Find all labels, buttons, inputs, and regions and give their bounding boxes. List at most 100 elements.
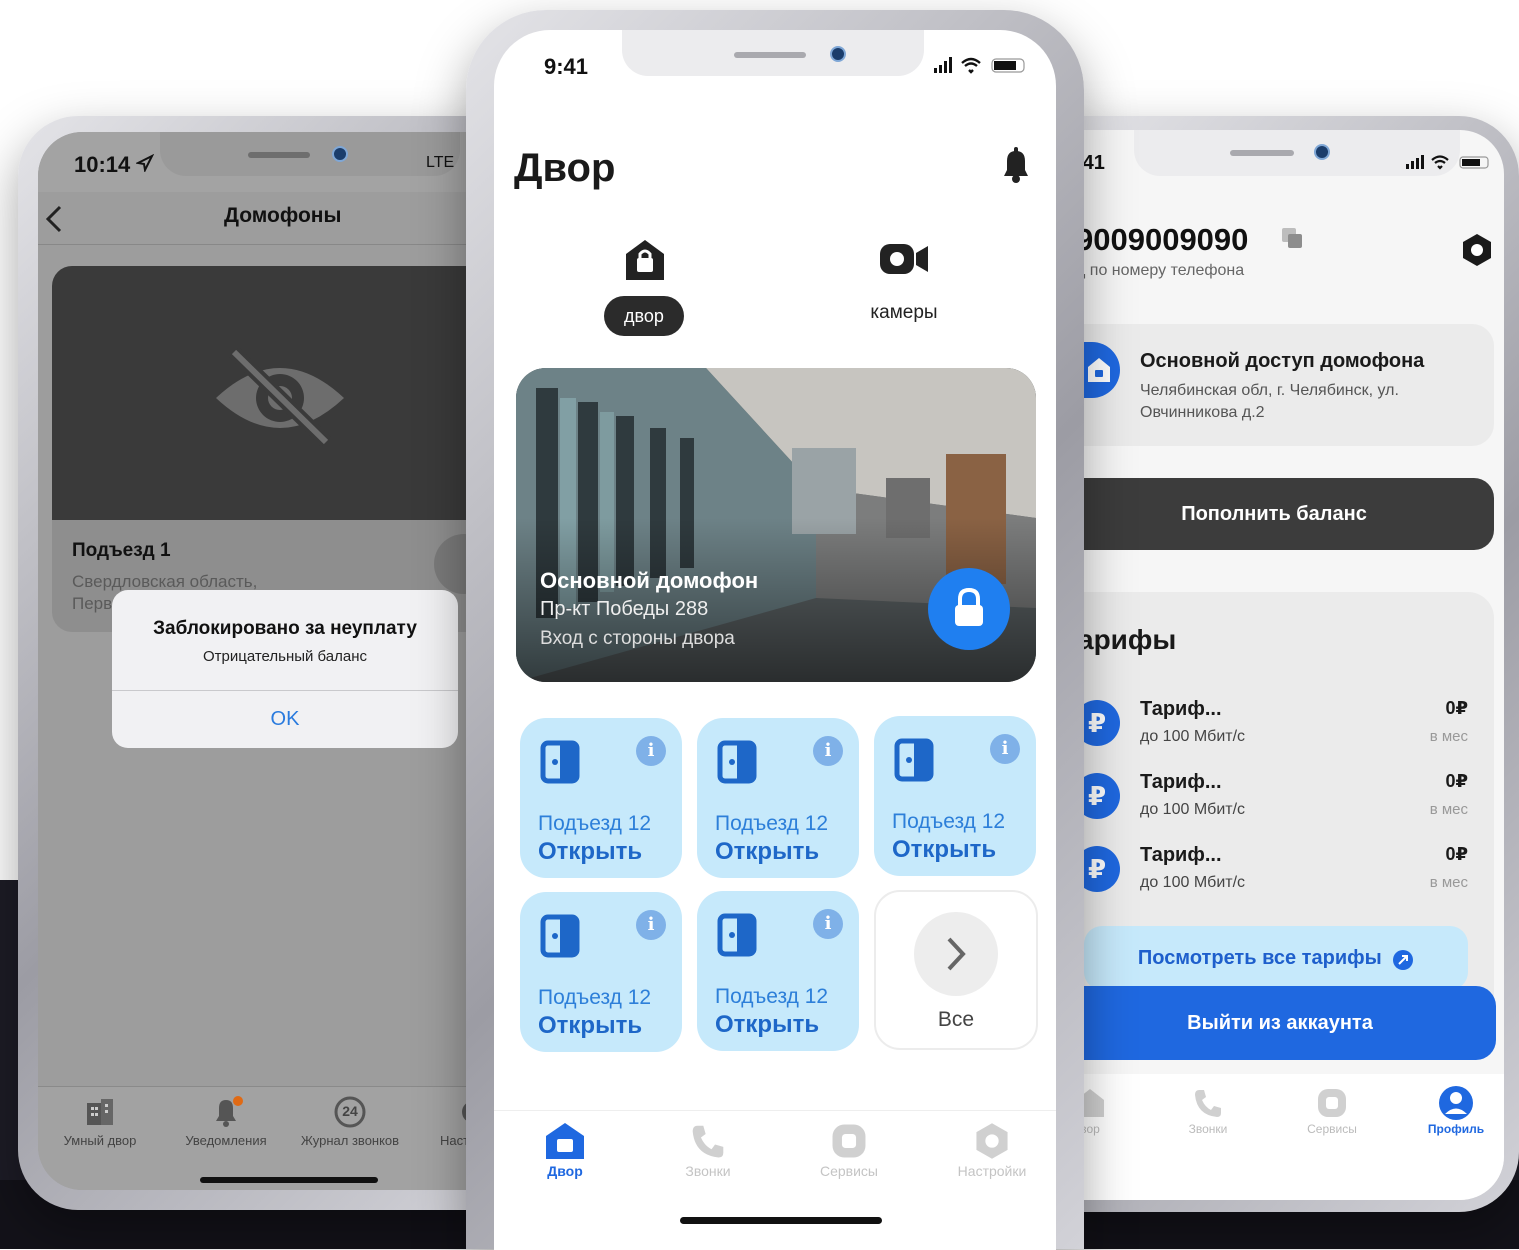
tab-yard[interactable]: Двор	[530, 1121, 600, 1179]
left-tab-bar: Умный двор Уведомления 24 Журнал звонков…	[38, 1086, 500, 1190]
tab-smart-yard[interactable]: Умный двор	[54, 1095, 146, 1148]
chevron-right-icon	[946, 936, 966, 972]
call-log-badge-text: 24	[342, 1103, 358, 1119]
lock-icon	[953, 588, 985, 628]
location-arrow-icon	[136, 154, 154, 172]
segment-yard[interactable]: двор	[604, 238, 686, 336]
intercom-entrance: Вход с стороны двора	[540, 628, 735, 649]
phone-caption: д по номеру телефона	[1076, 262, 1245, 279]
left-notch	[160, 132, 460, 176]
tariff-price: 0₽	[1445, 771, 1468, 791]
center-status-icons	[932, 56, 1028, 74]
alert-ok-button[interactable]: OK	[112, 691, 458, 748]
info-icon[interactable]: i	[636, 910, 666, 940]
tariff-price: 0₽	[1445, 698, 1468, 718]
door-name: Подъезд 12	[715, 985, 829, 1008]
all-tariffs-label: Посмотреть все тарифы	[1137, 947, 1382, 969]
center-status-time: 9:41	[544, 54, 589, 79]
tab-notifications-label: Уведомления	[185, 1133, 267, 1148]
topup-balance-button[interactable]: Пополнить баланс	[1074, 478, 1494, 550]
tariff-row-3[interactable]: ₽ Тариф... до 100 Мбит/с 0₽ в мес	[1074, 844, 1504, 914]
tab-calls-label: Звонки	[685, 1163, 731, 1179]
tab-profile[interactable]: Профиль	[1414, 1084, 1498, 1136]
external-link-icon	[1392, 949, 1414, 971]
door-tile[interactable]: i Подъезд 12 Открыть	[520, 718, 682, 878]
tab-services[interactable]: Сервисы	[806, 1121, 892, 1179]
phone-icon	[1191, 1086, 1225, 1120]
right-status-icons	[1402, 154, 1494, 170]
access-address-line2: Овчинникова д.2	[1140, 404, 1265, 421]
center-tab-bar: Двор Звонки Сервисы Настройки	[494, 1110, 1056, 1250]
left-header-divider	[38, 244, 500, 245]
entrance-card[interactable]: Подъезд 1 Свердловская область, Перв	[52, 266, 500, 632]
phone-icon	[688, 1121, 728, 1161]
info-icon[interactable]: i	[813, 909, 843, 939]
house-lock-icon	[544, 1121, 586, 1161]
tariff-speed: до 100 Мбит/с	[1140, 728, 1246, 745]
right-tab-bar: вор Звонки Сервисы Профиль	[1074, 1074, 1504, 1200]
settings-hexagon-icon	[972, 1121, 1012, 1161]
history-24-icon: 24	[330, 1095, 370, 1129]
bell-icon	[209, 1095, 243, 1129]
main-intercom-card[interactable]: Основной домофон Пр-кт Победы 288 Вход с…	[516, 368, 1036, 682]
tab-calls-label: Звонки	[1188, 1122, 1228, 1136]
tariff-name: Тариф...	[1140, 698, 1222, 720]
door-tile[interactable]: i Подъезд 12 Открыть	[874, 716, 1036, 876]
entrance-address-line2: Перв	[72, 594, 113, 613]
left-status-time: 10:14	[74, 152, 131, 177]
tab-calls[interactable]: Звонки	[670, 1121, 746, 1179]
door-name: Подъезд 12	[715, 812, 829, 835]
profile-icon	[1437, 1084, 1475, 1122]
tab-calls[interactable]: Звонки	[1170, 1086, 1246, 1136]
tariff-speed: до 100 Мбит/с	[1140, 874, 1246, 891]
phone-number: 9009009090	[1076, 222, 1249, 257]
tab-notifications[interactable]: Уведомления	[174, 1095, 278, 1148]
bell-icon[interactable]	[998, 146, 1034, 184]
tab-call-log[interactable]: 24 Журнал звонков	[288, 1095, 412, 1148]
tab-services-label: Сервисы	[1307, 1122, 1357, 1136]
center-speaker	[734, 52, 806, 58]
intercom-unlock-button[interactable]	[928, 568, 1010, 650]
door-icon	[717, 913, 757, 957]
info-icon[interactable]: i	[990, 734, 1020, 764]
left-status-network: LTE	[426, 154, 455, 171]
right-speaker	[1230, 150, 1294, 156]
tariff-period: в мес	[1429, 874, 1468, 891]
door-open-action[interactable]: Открыть	[538, 1012, 642, 1040]
door-open-action[interactable]: Открыть	[715, 838, 819, 866]
tab-settings[interactable]: Настройки	[944, 1121, 1040, 1179]
door-tile[interactable]: i Подъезд 12 Открыть	[520, 892, 682, 1052]
tab-call-log-label: Журнал звонков	[300, 1133, 400, 1148]
door-open-action[interactable]: Открыть	[538, 838, 642, 866]
door-tile[interactable]: i Подъезд 12 Открыть	[697, 891, 859, 1051]
info-icon[interactable]: i	[813, 736, 843, 766]
right-phone-screen: :41 9009009090 д по номеру телефона Осно…	[1074, 130, 1504, 1200]
all-doors-tile[interactable]: Все	[874, 890, 1038, 1050]
center-camera-lens	[830, 46, 846, 62]
copy-icon[interactable]	[1280, 226, 1306, 252]
left-home-indicator	[200, 1177, 378, 1183]
all-doors-label: Все	[937, 1008, 975, 1031]
info-icon[interactable]: i	[636, 736, 666, 766]
all-tariffs-button[interactable]: Посмотреть все тарифы	[1084, 926, 1468, 990]
alert-title: Заблокировано за неуплату	[153, 618, 417, 639]
door-tile[interactable]: i Подъезд 12 Открыть	[697, 718, 859, 878]
services-square-icon	[1315, 1086, 1349, 1120]
tariffs-title: арифы	[1078, 624, 1177, 655]
tariff-period: в мес	[1429, 801, 1468, 818]
back-chevron-icon[interactable]	[44, 204, 64, 234]
segment-cameras[interactable]: камеры	[854, 238, 954, 336]
access-title: Основной доступ домофона	[1140, 350, 1425, 372]
door-open-action[interactable]: Открыть	[892, 836, 996, 864]
access-card[interactable]: Основной доступ домофона Челябинская обл…	[1074, 324, 1494, 446]
tariff-period: в мес	[1429, 728, 1468, 745]
tariff-row-2[interactable]: ₽ Тариф... до 100 Мбит/с 0₽ в мес	[1074, 771, 1504, 841]
door-open-action[interactable]: Открыть	[715, 1011, 819, 1039]
tariff-row-1[interactable]: ₽ Тариф... до 100 Мбит/с 0₽ в мес	[1074, 698, 1504, 768]
tab-services[interactable]: Сервисы	[1290, 1086, 1374, 1136]
settings-hexagon-icon[interactable]	[1460, 232, 1494, 268]
access-address-line1: Челябинская обл, г. Челябинск, ул.	[1140, 382, 1399, 399]
logout-button[interactable]: Выйти из аккаунта	[1074, 986, 1496, 1060]
entrance-title: Подъезд 1	[72, 540, 171, 561]
alert-message: Отрицательный баланс	[202, 648, 368, 665]
